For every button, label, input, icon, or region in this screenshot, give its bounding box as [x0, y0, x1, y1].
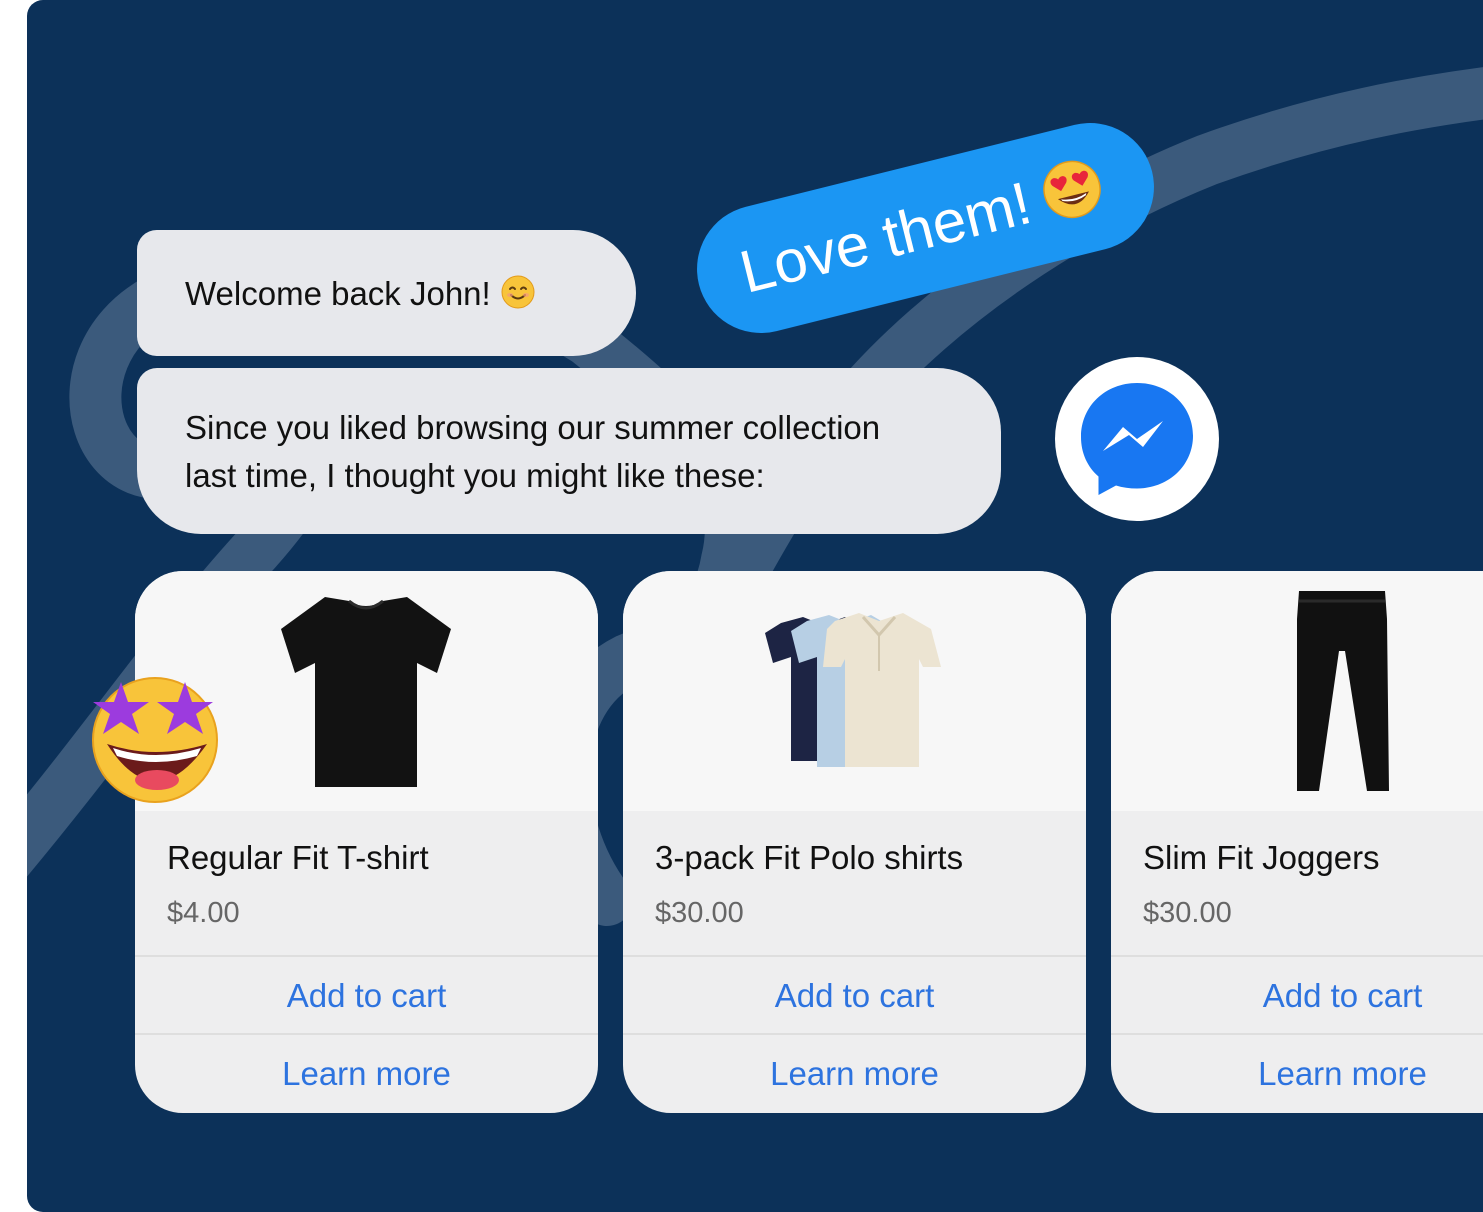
learn-more-button[interactable]: Learn more — [623, 1037, 1086, 1111]
product-image-area — [623, 571, 1086, 811]
product-price: $30.00 — [655, 897, 744, 929]
learn-more-button[interactable]: Learn more — [135, 1037, 598, 1111]
heart-eyes-icon — [1043, 160, 1101, 219]
polo-shirts-image — [765, 613, 941, 767]
add-to-cart-button[interactable]: Add to cart — [1111, 959, 1483, 1033]
divider — [1111, 955, 1483, 957]
product-card: 3-pack Fit Polo shirts $30.00 Add to car… — [623, 571, 1086, 1113]
add-to-cart-button[interactable]: Add to cart — [623, 959, 1086, 1033]
divider — [135, 955, 598, 957]
star-struck-icon — [92, 677, 218, 803]
add-to-cart-button[interactable]: Add to cart — [135, 959, 598, 1033]
welcome-message-text: Welcome back John! — [185, 275, 491, 312]
product-card: Slim Fit Joggers $30.00 Add to cart Lear… — [1111, 571, 1483, 1113]
recommendation-message-bubble: Since you liked browsing our summer coll… — [137, 368, 1001, 534]
product-title: Regular Fit T-shirt — [167, 839, 429, 876]
messenger-icon — [1081, 383, 1193, 495]
product-image-area — [1111, 571, 1483, 811]
background-panel: Welcome back John! Since you liked brows… — [27, 0, 1483, 1212]
product-title: 3-pack Fit Polo shirts — [655, 839, 964, 876]
joggers-image — [1297, 591, 1389, 791]
product-price: $4.00 — [167, 897, 240, 929]
divider — [623, 1033, 1086, 1035]
welcome-message-bubble: Welcome back John! — [137, 230, 636, 356]
divider — [623, 955, 1086, 957]
product-price: $30.00 — [1143, 897, 1232, 929]
recommendation-text-line-2: last time, I thought you might like thes… — [185, 457, 765, 494]
recommendation-text-line-1: Since you liked browsing our summer coll… — [185, 409, 881, 446]
divider — [1111, 1033, 1483, 1035]
learn-more-button[interactable]: Learn more — [1111, 1037, 1483, 1111]
product-card: Regular Fit T-shirt $4.00 Add to cart Le… — [135, 571, 598, 1113]
messenger-badge — [1055, 357, 1219, 521]
product-title: Slim Fit Joggers — [1143, 839, 1380, 876]
smiling-face-icon — [501, 275, 535, 309]
divider — [135, 1033, 598, 1035]
